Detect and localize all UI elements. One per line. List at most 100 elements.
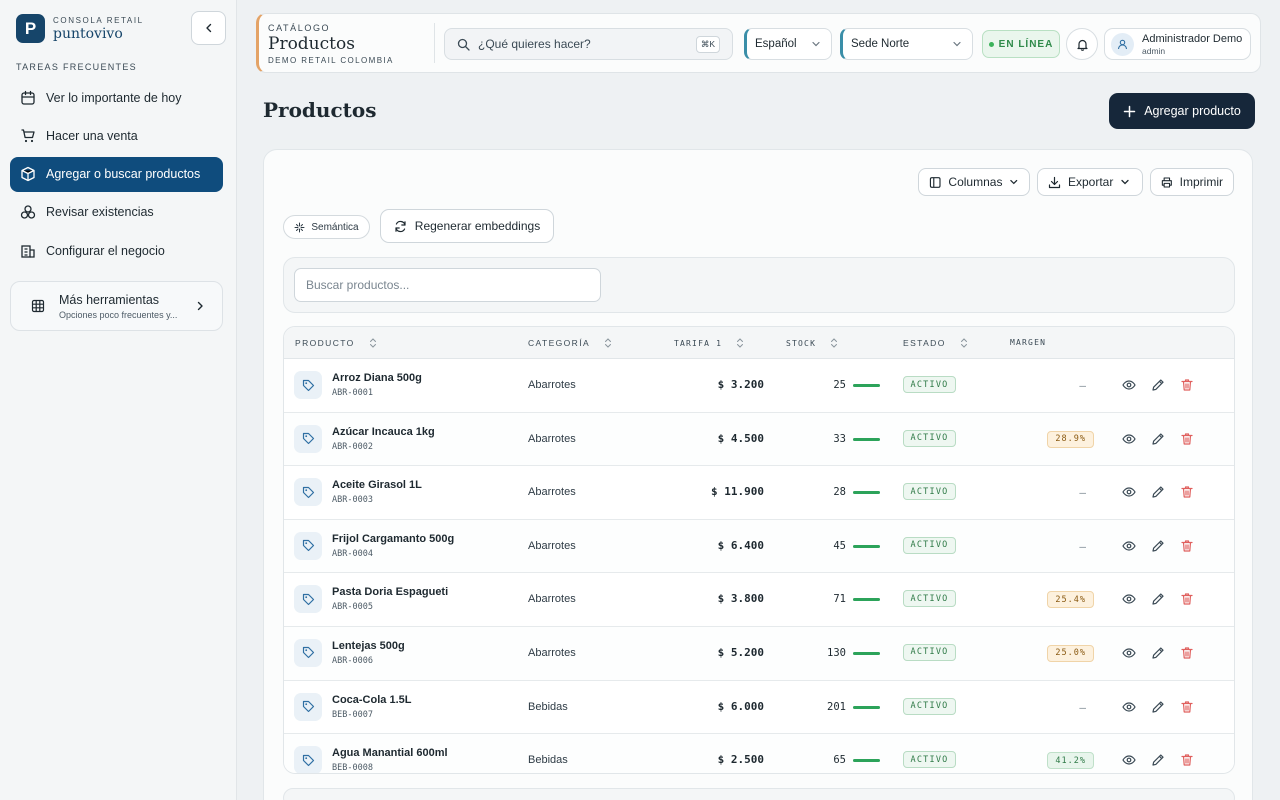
product-stock: 25 (833, 379, 846, 391)
product-sku: ABR-0002 (332, 441, 373, 452)
more-tools-button[interactable]: Más herramientas Opciones poco frecuente… (10, 281, 223, 331)
edit-button[interactable] (1150, 699, 1166, 715)
table-header: PRODUCTO CATEGORÍA TARIFA 1 STOCK ESTADO… (284, 327, 1234, 359)
product-sku: ABR-0003 (332, 495, 373, 506)
sidebar-item-products[interactable]: Agregar o buscar productos (10, 156, 223, 192)
table-row[interactable]: Coca-Cola 1.5L BEB-0007 Bebidas $ 6.000 … (284, 681, 1234, 735)
status-badge: ACTIVO (903, 376, 956, 393)
delete-button[interactable] (1179, 591, 1195, 607)
view-button[interactable] (1121, 752, 1137, 768)
branch-select[interactable]: Sede Norte (840, 28, 973, 60)
semantic-toggle[interactable]: Semántica (283, 215, 370, 239)
sidebar-item-today[interactable]: Ver lo importante de hoy (10, 80, 223, 115)
collapse-sidebar-button[interactable] (191, 11, 226, 45)
header-stock[interactable]: STOCK (786, 338, 838, 348)
table-row[interactable]: Lentejas 500g ABR-0006 Abarrotes $ 5.200… (284, 626, 1234, 681)
product-category: Abarrotes (528, 539, 576, 552)
regenerate-embeddings-button[interactable]: Regenerar embeddings (380, 209, 554, 243)
view-button[interactable] (1121, 699, 1137, 715)
product-category: Abarrotes (528, 379, 576, 391)
edit-button[interactable] (1150, 645, 1166, 661)
table-row[interactable]: Aceite Girasol 1L ABR-0003 Abarrotes $ 1… (284, 466, 1234, 520)
delete-button[interactable] (1179, 377, 1195, 393)
columns-button[interactable]: Columnas (918, 168, 1030, 196)
view-button[interactable] (1121, 538, 1137, 554)
command-search[interactable]: ¿Qué quieres hacer? ⌘K (444, 28, 733, 60)
table-row[interactable]: Azúcar Incauca 1kg ABR-0002 Abarrotes $ … (284, 412, 1234, 467)
pencil-icon (1152, 486, 1164, 498)
product-name: Pasta Doria Espagueti (332, 586, 449, 599)
brand-logo: P (16, 14, 45, 43)
export-button[interactable]: Exportar (1037, 168, 1143, 196)
header-tariff[interactable]: TARIFA 1 (674, 338, 744, 348)
product-price: $ 6.000 (717, 699, 764, 713)
margin-badge: — (1079, 700, 1087, 714)
delete-button[interactable] (1179, 484, 1195, 500)
header-category[interactable]: CATEGORÍA (528, 338, 612, 348)
trash-icon (1181, 700, 1193, 713)
sparkles-icon (294, 222, 305, 232)
margin-badge: — (1079, 486, 1087, 500)
sidebar-item-sale[interactable]: Hacer una venta (10, 118, 223, 153)
user-menu[interactable]: Administrador Demo admin (1104, 28, 1251, 60)
product-stock: 45 (833, 539, 846, 552)
product-name: Coca-Cola 1.5L (332, 693, 412, 706)
delete-button[interactable] (1179, 431, 1195, 447)
pencil-icon (1152, 379, 1164, 391)
edit-button[interactable] (1150, 431, 1166, 447)
sidebar: P CONSOLA RETAIL puntovivo TAREAS FRECUE… (0, 0, 237, 800)
filter-bar (283, 257, 1235, 313)
brand: P CONSOLA RETAIL puntovivo (16, 14, 144, 43)
product-search-input[interactable] (294, 268, 601, 302)
header-stock-label: STOCK (786, 338, 817, 348)
view-button[interactable] (1121, 591, 1137, 607)
download-icon (1048, 176, 1061, 188)
language-select[interactable]: Español (744, 28, 832, 60)
delete-button[interactable] (1179, 752, 1195, 768)
table-row[interactable]: Pasta Doria Espagueti ABR-0005 Abarrotes… (284, 573, 1234, 627)
stock-bar (853, 384, 880, 387)
edit-button[interactable] (1150, 752, 1166, 768)
edit-button[interactable] (1150, 377, 1166, 393)
calendar-icon (21, 90, 35, 105)
view-button[interactable] (1121, 431, 1137, 447)
user-name: Administrador Demo (1142, 32, 1243, 45)
package-search-icon (21, 166, 35, 182)
table-row[interactable]: Arroz Diana 500g ABR-0001 Abarrotes $ 3.… (284, 359, 1234, 413)
products-table: PRODUCTO CATEGORÍA TARIFA 1 STOCK ESTADO… (283, 326, 1235, 774)
edit-button[interactable] (1150, 484, 1166, 500)
print-button[interactable]: Imprimir (1150, 168, 1234, 196)
product-price: $ 4.500 (717, 431, 764, 445)
tag-icon (294, 424, 322, 453)
sort-icon (960, 338, 967, 348)
tag-icon (294, 692, 322, 721)
view-button[interactable] (1121, 645, 1137, 661)
edit-button[interactable] (1150, 591, 1166, 607)
sidebar-item-label: Hacer una venta (46, 128, 138, 143)
add-product-button[interactable]: Agregar producto (1109, 93, 1255, 129)
delete-button[interactable] (1179, 645, 1195, 661)
header-product[interactable]: PRODUCTO (295, 338, 377, 348)
eye-icon (1122, 648, 1136, 658)
sidebar-item-stock[interactable]: Revisar existencias (10, 195, 223, 230)
language-value: Español (755, 38, 797, 50)
product-price: $ 2.500 (717, 753, 764, 767)
header-status[interactable]: ESTADO (903, 338, 968, 348)
header-margin-label: MARGEN (1010, 338, 1047, 347)
status-label: EN LÍNEA (998, 38, 1054, 50)
view-button[interactable] (1121, 484, 1137, 500)
sidebar-item-settings[interactable]: Configurar el negocio (10, 233, 223, 268)
product-name: Lentejas 500g (332, 639, 405, 652)
table-row[interactable]: Frijol Cargamanto 500g ABR-0004 Abarrote… (284, 519, 1234, 574)
chevron-left-icon (205, 23, 211, 33)
chevron-down-icon (1010, 179, 1018, 185)
delete-button[interactable] (1179, 538, 1195, 554)
table-row[interactable]: Agua Manantial 600ml BEB-0008 Bebidas $ … (284, 734, 1234, 773)
delete-button[interactable] (1179, 699, 1195, 715)
notifications-button[interactable] (1066, 28, 1098, 60)
product-stock: 71 (833, 593, 846, 606)
edit-button[interactable] (1150, 538, 1166, 554)
sidebar-item-label: Configurar el negocio (46, 243, 165, 258)
view-button[interactable] (1121, 377, 1137, 393)
product-sku: ABR-0006 (332, 655, 373, 666)
